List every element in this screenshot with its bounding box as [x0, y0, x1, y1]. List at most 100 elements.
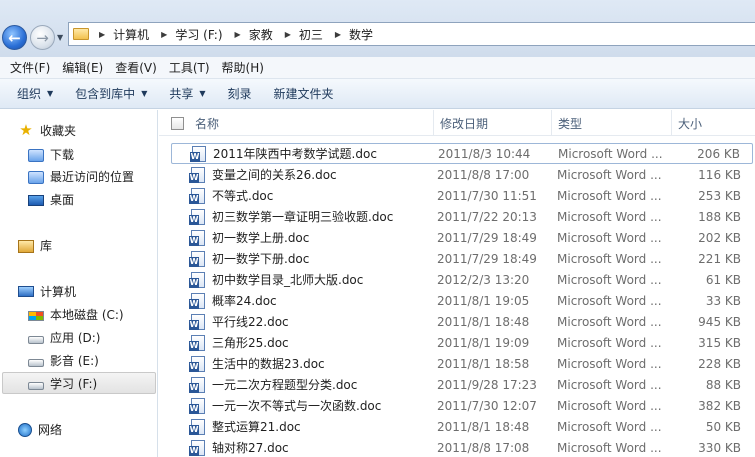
file-type: Microsoft Word ...	[557, 230, 662, 245]
share-button[interactable]: 共享 ▼	[160, 85, 214, 102]
include-in-library-label: 包含到库中	[75, 87, 136, 101]
word-document-icon	[189, 292, 205, 309]
word-document-icon	[189, 208, 205, 225]
nav-recent-places[interactable]: 最近访问的位置	[28, 165, 156, 187]
menu-bar: 文件(F) 编辑(E) 查看(V) 工具(T) 帮助(H)	[0, 57, 755, 79]
recent-pages-dropdown[interactable]: ▼	[57, 33, 66, 42]
file-type: Microsoft Word ...	[557, 272, 662, 287]
breadcrumb-separator-icon[interactable]: ▶	[161, 30, 167, 39]
file-row[interactable]: 变量之间的关系26.doc 2011/8/8 17:00 Microsoft Wor…	[171, 164, 753, 185]
file-size: 221 KB	[698, 251, 741, 266]
desktop-icon	[28, 194, 44, 206]
burn-button[interactable]: 刻录	[219, 85, 261, 102]
file-row[interactable]: 一元一次不等式与一次函数.doc 2011/7/30 12:07 Microsoft…	[171, 395, 753, 416]
file-name: 平行线22.doc	[212, 315, 289, 329]
file-date: 2011/8/1 19:09	[437, 335, 530, 350]
file-row[interactable]: 一元二次方程题型分类.doc 2011/9/28 17:23 Microsoft W…	[171, 374, 753, 395]
column-name-label: 名称	[195, 116, 220, 131]
column-header-name[interactable]: 名称	[189, 110, 434, 136]
nav-drive-d[interactable]: 应用 (D:)	[28, 326, 156, 348]
column-header-size[interactable]: 大小	[672, 110, 755, 136]
file-row[interactable]: 初中数学目录_北师大版.doc 2012/2/3 13:20 Microsoft W…	[171, 269, 753, 290]
nav-network-label: 网络	[38, 422, 63, 437]
menu-help[interactable]: 帮助(H)	[216, 59, 270, 76]
select-all-checkbox[interactable]	[171, 117, 184, 130]
file-row[interactable]: 概率24.doc 2011/8/1 19:05 Microsoft Word ...…	[171, 290, 753, 311]
file-row[interactable]: 初三数学第一章证明三验收题.doc 2011/7/22 20:13 Microsof…	[171, 206, 753, 227]
nav-drive-e[interactable]: 影音 (E:)	[28, 349, 156, 371]
breadcrumb-computer[interactable]: 计算机	[113, 26, 149, 43]
file-size: 88 KB	[705, 377, 741, 392]
breadcrumb-separator-icon[interactable]: ▶	[99, 30, 105, 39]
nav-favorites[interactable]: ★ 收藏夹	[18, 119, 156, 141]
file-row[interactable]: 轴对称27.doc 2011/8/8 17:08 Microsoft Word ..…	[171, 437, 753, 457]
column-date-label: 修改日期	[440, 116, 489, 131]
word-document-icon	[189, 334, 205, 351]
column-header-type[interactable]: 类型	[552, 110, 672, 136]
menu-edit[interactable]: 编辑(E)	[56, 59, 109, 76]
back-button[interactable]: ←	[2, 25, 27, 50]
include-in-library-button[interactable]: 包含到库中 ▼	[66, 85, 156, 102]
word-document-icon	[189, 166, 205, 183]
new-folder-button[interactable]: 新建文件夹	[265, 85, 343, 102]
nav-network[interactable]: 网络	[18, 418, 156, 440]
nav-drive-c[interactable]: 本地磁盘 (C:)	[28, 303, 156, 325]
file-date: 2012/2/3 13:20	[437, 272, 530, 287]
file-name: 初一数学下册.doc	[212, 252, 310, 266]
column-header-date[interactable]: 修改日期	[434, 110, 552, 136]
forward-arrow-icon: →	[36, 28, 49, 47]
folder-icon	[73, 28, 89, 40]
file-row[interactable]: 生活中的数据23.doc 2011/8/1 18:58 Microsoft Word…	[171, 353, 753, 374]
word-document-icon	[189, 250, 205, 267]
menu-view[interactable]: 查看(V)	[109, 59, 163, 76]
file-row[interactable]: 不等式.doc 2011/7/30 11:51 Microsoft Word ...…	[171, 185, 753, 206]
file-name: 一元二次方程题型分类.doc	[212, 378, 358, 392]
menu-tools[interactable]: 工具(T)	[163, 59, 216, 76]
file-row[interactable]: 整式运算21.doc 2011/8/1 18:48 Microsoft Word .…	[171, 416, 753, 437]
nav-drive-f[interactable]: 学习 (F:)	[2, 372, 156, 394]
breadcrumb-separator-icon[interactable]: ▶	[235, 30, 241, 39]
file-size: 50 KB	[705, 419, 741, 434]
breadcrumb-separator-icon[interactable]: ▶	[335, 30, 341, 39]
file-type: Microsoft Word ...	[557, 293, 662, 308]
file-row[interactable]: 初一数学下册.doc 2011/7/29 18:49 Microsoft Word …	[171, 248, 753, 269]
address-region: ← → ▼ ▶ 计算机 ▶ 学习 (F:) ▶ 家教 ▶ 初三 ▶ 数学	[0, 0, 755, 57]
word-document-icon	[189, 376, 205, 393]
nav-libraries[interactable]: 库	[18, 234, 156, 256]
organize-button[interactable]: 组织 ▼	[8, 85, 62, 102]
nav-computer[interactable]: 计算机	[18, 280, 156, 302]
breadcrumb-separator-icon[interactable]: ▶	[285, 30, 291, 39]
nav-favorites-label: 收藏夹	[40, 123, 77, 138]
address-bar[interactable]: ▶ 计算机 ▶ 学习 (F:) ▶ 家教 ▶ 初三 ▶ 数学	[68, 22, 755, 46]
downloads-folder-icon	[28, 148, 44, 162]
file-row[interactable]: 初一数学上册.doc 2011/7/29 18:49 Microsoft Word …	[171, 227, 753, 248]
recent-places-icon	[28, 170, 44, 184]
breadcrumb-chusan[interactable]: 初三	[299, 26, 323, 43]
breadcrumb-jiajiao[interactable]: 家教	[249, 26, 273, 43]
word-document-icon	[189, 187, 205, 204]
nav-desktop[interactable]: 桌面	[28, 188, 156, 210]
file-date: 2011/8/1 18:48	[437, 314, 530, 329]
library-icon	[18, 239, 34, 253]
file-size: 61 KB	[705, 272, 741, 287]
file-type: Microsoft Word ...	[557, 251, 662, 266]
file-size: 253 KB	[698, 188, 741, 203]
file-row[interactable]: 2011年陕西中考数学试题.doc 2011/8/3 10:44 Microsoft…	[171, 143, 753, 164]
breadcrumb-drive-f[interactable]: 学习 (F:)	[175, 26, 222, 43]
nav-drive-f-label: 学习 (F:)	[50, 376, 98, 391]
file-name: 不等式.doc	[212, 189, 274, 203]
file-name: 初中数学目录_北师大版.doc	[212, 273, 364, 287]
file-row[interactable]: 三角形25.doc 2011/8/1 19:09 Microsoft Word ..…	[171, 332, 753, 353]
file-type: Microsoft Word ...	[557, 377, 662, 392]
dropdown-arrow-icon: ▼	[47, 89, 54, 98]
menu-file[interactable]: 文件(F)	[4, 59, 56, 76]
file-row[interactable]: 平行线22.doc 2011/8/1 18:48 Microsoft Word ..…	[171, 311, 753, 332]
nav-downloads[interactable]: 下载	[28, 143, 156, 165]
dropdown-arrow-icon: ▼	[199, 89, 206, 98]
file-size: 206 KB	[697, 146, 740, 161]
file-date: 2011/8/8 17:00	[437, 167, 530, 182]
nav-recent-label: 最近访问的位置	[50, 169, 135, 184]
forward-button[interactable]: →	[30, 25, 55, 50]
breadcrumb-shuxue[interactable]: 数学	[349, 26, 373, 43]
system-drive-icon	[28, 310, 44, 321]
